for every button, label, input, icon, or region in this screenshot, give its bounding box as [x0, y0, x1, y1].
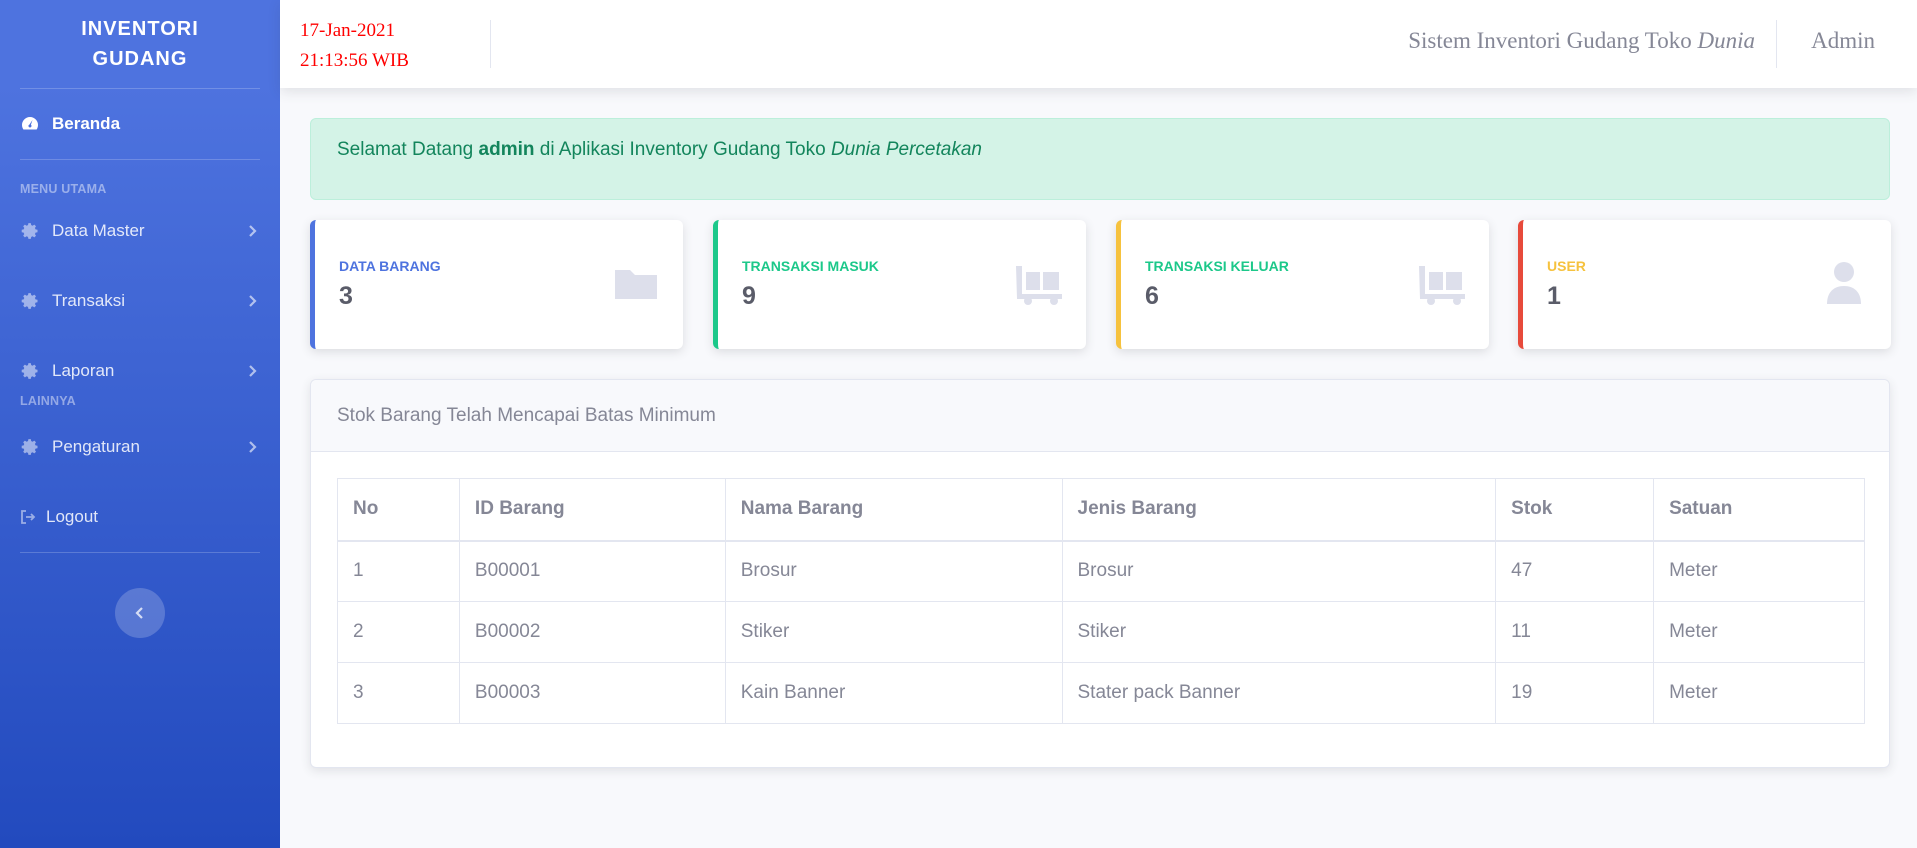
cell-name: Stiker [724, 601, 1063, 663]
stat-card-data-barang[interactable]: DATA BARANG 3 [310, 220, 683, 349]
alert-prefix: Selamat Datang [337, 139, 474, 160]
sidebar-item-transaksi[interactable]: Transaksi [0, 266, 280, 336]
cell-no: 1 [337, 540, 460, 602]
card-value: 3 [339, 282, 353, 310]
brand-line-1: INVENTORI [81, 18, 199, 40]
cell-id: B00001 [458, 540, 726, 602]
welcome-alert: Selamat Datang admin di Aplikasi Invento… [310, 118, 1890, 200]
chevron-right-icon [249, 365, 257, 377]
topbar: 17-Jan-2021 21:13:56 WIB Sistem Inventor… [280, 0, 1917, 88]
folder-icon [615, 270, 657, 299]
sidebar: INVENTORI GUDANG Beranda MENU UTAMA Data… [0, 0, 280, 848]
cell-type: Stater pack Banner [1061, 662, 1497, 724]
gear-icon [20, 361, 40, 381]
cell-unit: Meter [1653, 601, 1865, 663]
system-title: Sistem Inventori Gudang Toko Dunia [1408, 28, 1755, 54]
sidebar-item-label: Transaksi [52, 291, 126, 310]
section-heading-other: LAINNYA [20, 394, 76, 408]
cell-unit: Meter [1653, 540, 1865, 602]
card-title: TRANSAKSI MASUK [742, 258, 879, 274]
brand-logo[interactable]: INVENTORI GUDANG [0, 0, 280, 88]
column-header[interactable]: Satuan [1653, 478, 1865, 542]
column-header[interactable]: Jenis Barang [1061, 478, 1497, 542]
stat-card-transaksi-keluar[interactable]: TRANSAKSI KELUAR 6 [1116, 220, 1489, 349]
sidebar-item-label: Beranda [52, 114, 121, 133]
current-date: 17-Jan-2021 [300, 20, 395, 41]
sidebar-item-label: Pengaturan [52, 437, 140, 456]
cell-type: Stiker [1061, 601, 1497, 663]
user-icon [1827, 262, 1861, 304]
column-header[interactable]: Nama Barang [724, 478, 1063, 542]
cell-stock: 11 [1495, 601, 1655, 663]
gear-icon [20, 291, 40, 311]
column-header[interactable]: Stok [1495, 478, 1655, 542]
cell-unit: Meter [1653, 662, 1865, 724]
cell-name: Kain Banner [724, 662, 1063, 724]
cell-no: 3 [337, 662, 460, 724]
sign-out-icon [20, 507, 36, 527]
alert-middle: di Aplikasi Inventory Gudang Toko [539, 139, 826, 160]
alert-user: admin [478, 139, 535, 160]
clock: 17-Jan-2021 21:13:56 WIB [300, 16, 409, 76]
card-title: TRANSAKSI KELUAR [1145, 258, 1289, 274]
sidebar-toggle-button[interactable] [115, 588, 165, 638]
sidebar-item-label: Data Master [52, 221, 145, 240]
system-title-italic: Dunia [1697, 28, 1756, 53]
column-header[interactable]: ID Barang [458, 478, 726, 542]
table-row: 1 B00001 Brosur Brosur 47 Meter [337, 540, 1865, 602]
topbar-divider [1776, 20, 1777, 68]
card-value: 1 [1547, 282, 1561, 310]
stat-card-user[interactable]: USER 1 [1518, 220, 1891, 349]
cell-type: Brosur [1061, 540, 1497, 602]
cell-stock: 19 [1495, 662, 1655, 724]
chevron-left-icon [135, 607, 143, 619]
topbar-divider [490, 20, 491, 68]
dolly-icon [1016, 266, 1062, 305]
cell-no: 2 [337, 601, 460, 663]
stat-card-transaksi-masuk[interactable]: TRANSAKSI MASUK 9 [713, 220, 1086, 349]
sidebar-item-beranda[interactable]: Beranda [0, 89, 280, 159]
card-title: DATA BARANG [339, 258, 441, 274]
cell-stock: 47 [1495, 540, 1655, 602]
min-stock-table: No ID Barang Nama Barang Jenis Barang St… [337, 478, 1865, 724]
chevron-right-icon [249, 441, 257, 453]
alert-store: Dunia Percetakan [830, 139, 982, 160]
card-title: USER [1547, 258, 1586, 274]
cell-name: Brosur [724, 540, 1063, 602]
system-title-text: Sistem Inventori Gudang Toko [1408, 28, 1692, 53]
table-header-row: No ID Barang Nama Barang Jenis Barang St… [337, 478, 1865, 542]
sidebar-item-pengaturan[interactable]: Pengaturan [0, 412, 280, 482]
sidebar-item-label: Logout [46, 507, 98, 526]
current-time: 21:13:56 WIB [300, 50, 409, 71]
brand-line-2: GUDANG [92, 48, 188, 70]
card-value: 6 [1145, 282, 1159, 310]
gear-icon [20, 221, 40, 241]
panel-title: Stok Barang Telah Mencapai Batas Minimum [311, 380, 1889, 452]
user-menu[interactable]: Admin [1811, 28, 1875, 54]
dolly-icon [1419, 266, 1465, 305]
chevron-right-icon [249, 295, 257, 307]
cell-id: B00003 [458, 662, 726, 724]
card-value: 9 [742, 282, 756, 310]
tachometer-icon [20, 114, 40, 134]
table-row: 3 B00003 Kain Banner Stater pack Banner … [337, 662, 1865, 724]
sidebar-divider [20, 552, 260, 553]
column-header[interactable]: No [337, 478, 460, 542]
table-row: 2 B00002 Stiker Stiker 11 Meter [337, 601, 1865, 663]
section-heading-main: MENU UTAMA [20, 182, 107, 196]
cell-id: B00002 [458, 601, 726, 663]
sidebar-item-data-master[interactable]: Data Master [0, 196, 280, 266]
min-stock-panel: Stok Barang Telah Mencapai Batas Minimum… [310, 379, 1890, 768]
sidebar-item-logout[interactable]: Logout [0, 482, 280, 552]
gear-icon [20, 437, 40, 457]
chevron-right-icon [249, 225, 257, 237]
sidebar-item-label: Laporan [52, 361, 115, 380]
